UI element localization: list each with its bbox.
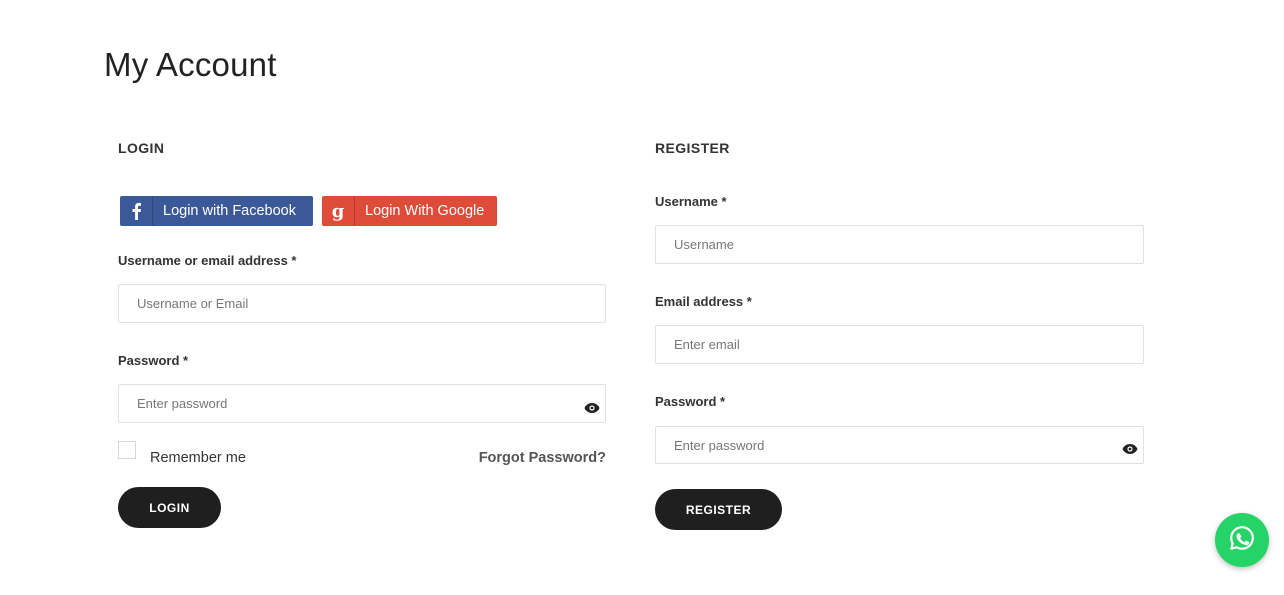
google-button-label: Login With Google (365, 203, 485, 219)
eye-icon[interactable] (584, 401, 600, 413)
register-email-label: Email address * (655, 294, 752, 309)
eye-icon[interactable] (1122, 442, 1138, 454)
register-button[interactable]: REGISTER (655, 489, 782, 530)
remember-checkbox[interactable] (118, 441, 136, 459)
register-email-input[interactable] (655, 325, 1144, 364)
login-facebook-button[interactable]: Login with Facebook (120, 196, 313, 226)
login-google-button[interactable]: g Login With Google (322, 196, 497, 226)
login-password-input[interactable] (118, 384, 606, 423)
register-password-label: Password * (655, 394, 726, 409)
login-button[interactable]: LOGIN (118, 487, 221, 528)
login-username-label: Username or email address * (118, 253, 297, 268)
forgot-password-link[interactable]: Forgot Password? (479, 450, 606, 466)
facebook-icon (120, 196, 153, 226)
page-title: My Account (104, 46, 277, 83)
register-password-input[interactable] (655, 426, 1144, 464)
remember-row: Remember me Forgot Password? (118, 441, 606, 467)
whatsapp-icon (1228, 524, 1256, 557)
register-heading: REGISTER (655, 140, 730, 156)
register-username-input[interactable] (655, 225, 1144, 264)
login-username-input[interactable] (118, 284, 606, 323)
login-heading: LOGIN (118, 140, 165, 156)
whatsapp-button[interactable] (1215, 513, 1269, 567)
register-username-label: Username * (655, 194, 727, 209)
facebook-button-label: Login with Facebook (163, 203, 296, 219)
login-password-label: Password * (118, 353, 189, 368)
remember-label: Remember me (150, 450, 246, 466)
google-icon: g (322, 196, 355, 226)
